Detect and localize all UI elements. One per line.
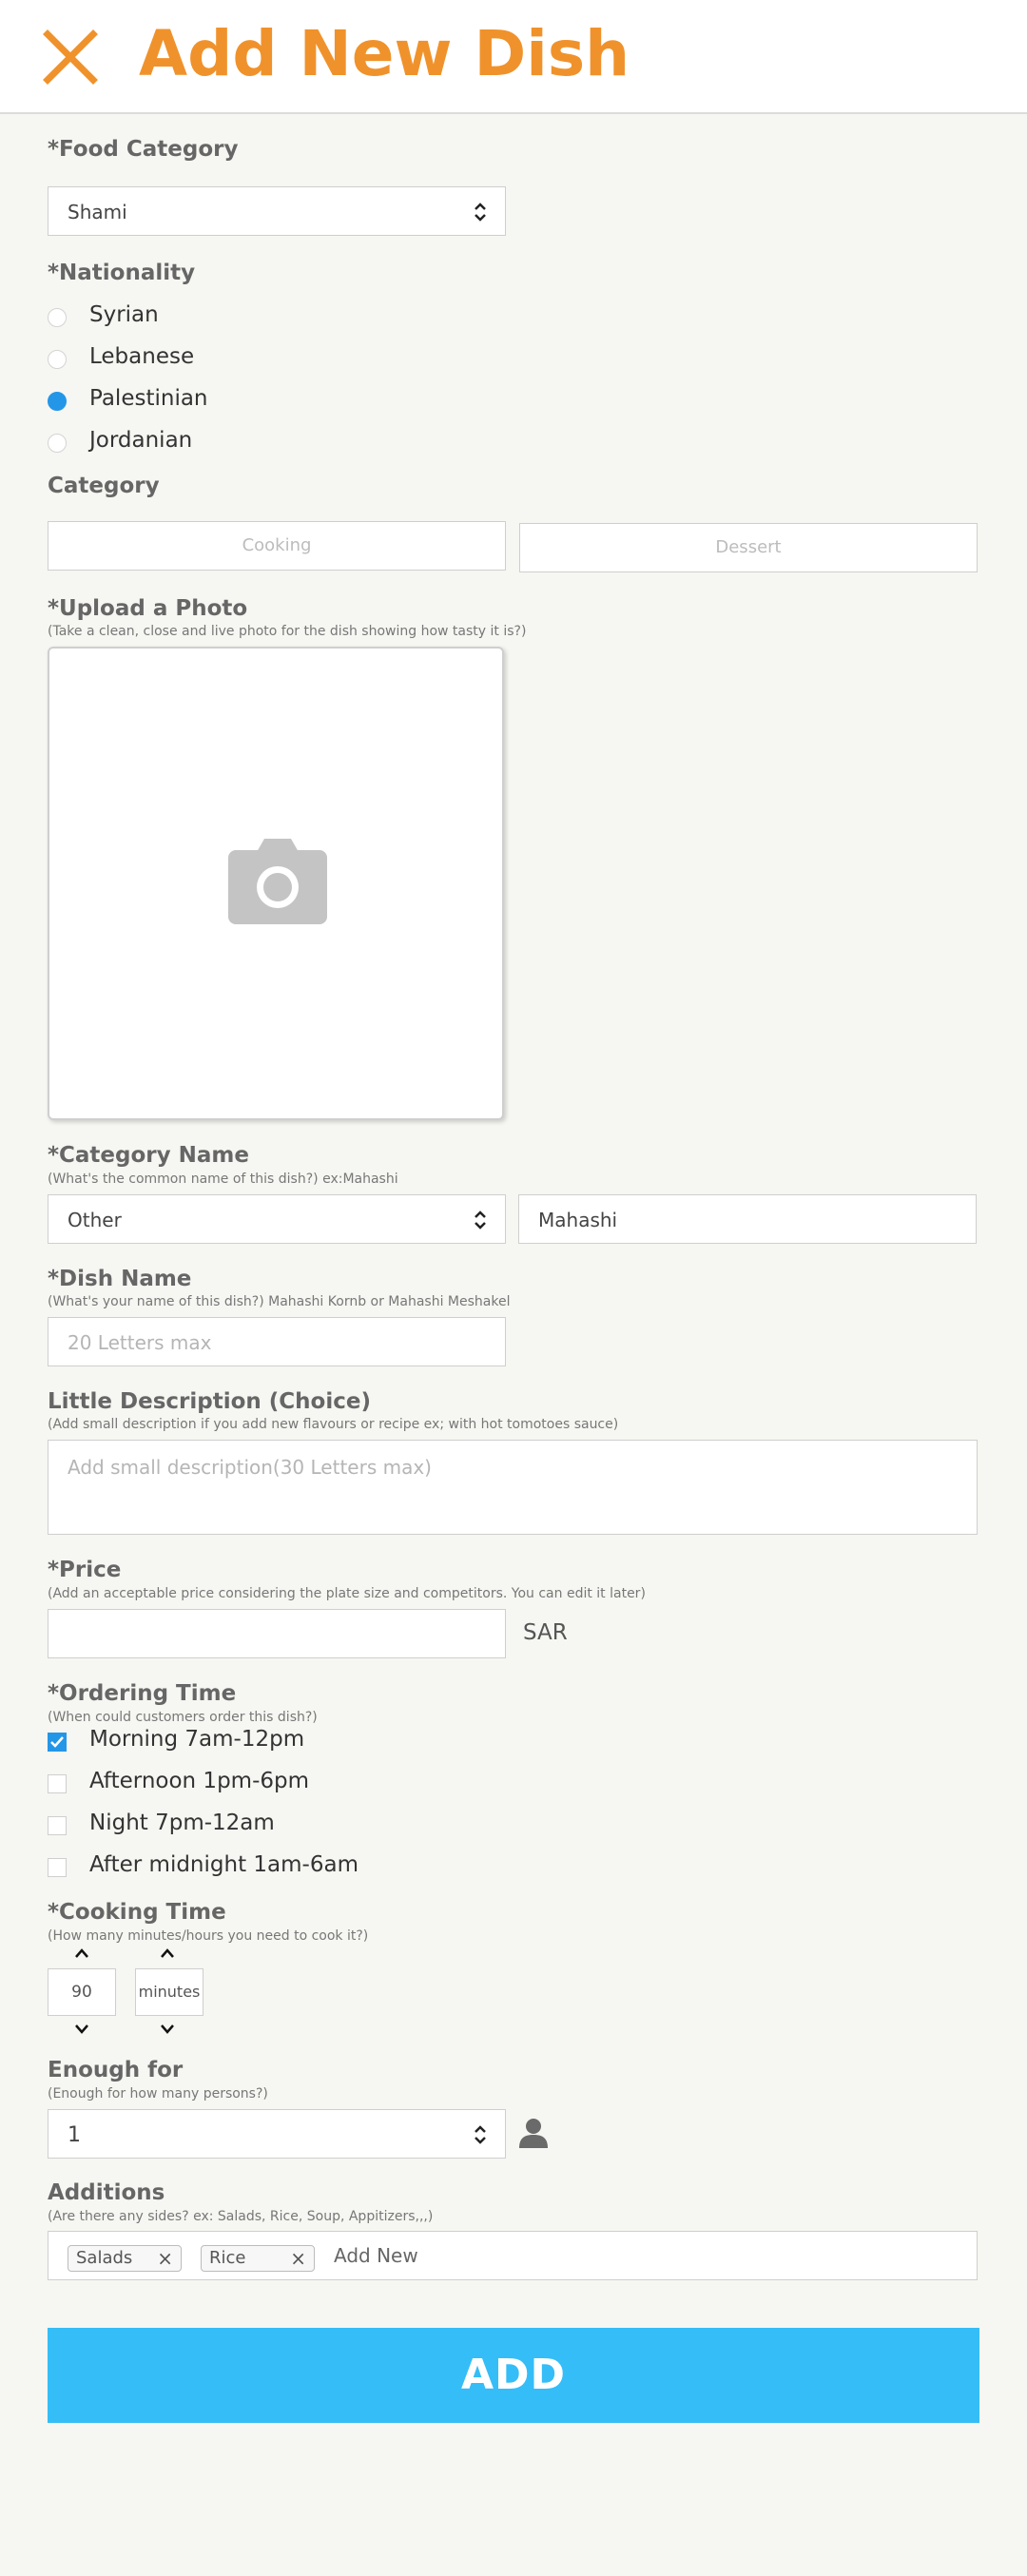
dish-name-input[interactable]: 20 Letters max: [48, 1317, 506, 1366]
radio-syrian[interactable]: [48, 308, 67, 327]
description-placeholder: Add small description(30 Letters max): [68, 1456, 432, 1479]
cooking-time-value[interactable]: 90: [48, 1968, 116, 2016]
additions-tag-input[interactable]: Salads × Rice × Add New: [48, 2231, 978, 2280]
category-label: Category: [48, 474, 160, 498]
nationality-label: *Nationality: [48, 261, 196, 285]
radio-label-syrian: Syrian: [89, 302, 159, 327]
checkbox-label-afternoon: Afternoon 1pm-6pm: [89, 1769, 310, 1793]
food-category-select[interactable]: Shami: [48, 186, 506, 236]
enough-for-select[interactable]: 1: [48, 2109, 506, 2159]
category-name-select-value: Other: [68, 1209, 122, 1231]
additions-label: Additions: [48, 2180, 165, 2205]
remove-tag-icon[interactable]: ×: [157, 2246, 173, 2271]
radio-jordanian[interactable]: [48, 434, 67, 453]
checkbox-after-midnight[interactable]: [48, 1858, 67, 1877]
cooking-time-hint: (How many minutes/hours you need to cook…: [48, 1928, 369, 1944]
add-button[interactable]: ADD: [48, 2328, 979, 2423]
chevron-up-icon[interactable]: [158, 1947, 177, 1959]
checkbox-morning[interactable]: [48, 1733, 67, 1752]
add-new-tag[interactable]: Add New: [334, 2244, 418, 2267]
person-icon: [519, 2119, 548, 2148]
price-hint: (Add an acceptable price considering the…: [48, 1586, 646, 1601]
upload-photo-label: *Upload a Photo: [48, 596, 248, 621]
ordering-time-label: *Ordering Time: [48, 1681, 237, 1706]
cooking-time-unit[interactable]: minutes: [135, 1968, 203, 2016]
top-bar: Add New Dish: [0, 0, 1027, 114]
radio-palestinian[interactable]: [48, 392, 67, 411]
category-cooking-button[interactable]: Cooking: [48, 521, 506, 571]
description-textarea[interactable]: Add small description(30 Letters max): [48, 1440, 978, 1535]
tag-rice: Rice ×: [201, 2245, 315, 2272]
dish-name-placeholder: 20 Letters max: [68, 1331, 212, 1354]
category-name-input-value: Mahashi: [538, 1209, 618, 1231]
price-label: *Price: [48, 1558, 122, 1582]
enough-for-value: 1: [68, 2123, 81, 2147]
cooking-time-label: *Cooking Time: [48, 1900, 226, 1925]
currency-label: SAR: [523, 1620, 568, 1645]
dish-name-hint: (What's your name of this dish?) Mahashi…: [48, 1294, 511, 1309]
radio-label-lebanese: Lebanese: [89, 344, 195, 369]
food-category-value: Shami: [68, 201, 127, 223]
select-arrows-icon: [475, 2125, 486, 2144]
chevron-up-icon[interactable]: [72, 1947, 91, 1959]
ordering-time-hint: (When could customers order this dish?): [48, 1710, 318, 1725]
checkbox-afternoon[interactable]: [48, 1774, 67, 1793]
photo-upload-area[interactable]: [48, 647, 504, 1120]
description-hint: (Add small description if you add new fl…: [48, 1417, 619, 1432]
enough-for-hint: (Enough for how many persons?): [48, 2086, 268, 2101]
checkmark-icon: [50, 1736, 64, 1748]
radio-label-palestinian: Palestinian: [89, 386, 208, 411]
category-name-hint: (What's the common name of this dish?) e…: [48, 1172, 398, 1187]
radio-label-jordanian: Jordanian: [89, 428, 193, 453]
tag-label: Salads: [76, 2248, 133, 2268]
checkbox-night[interactable]: [48, 1816, 67, 1835]
description-label: Little Description (Choice): [48, 1389, 371, 1414]
category-dessert-button[interactable]: Dessert: [519, 523, 978, 572]
close-icon[interactable]: [42, 27, 101, 86]
upload-photo-hint: (Take a clean, close and live photo for …: [48, 624, 527, 639]
camera-icon: [228, 839, 327, 924]
page-title: Add New Dish: [139, 17, 630, 90]
checkbox-label-after-midnight: After midnight 1am-6am: [89, 1852, 358, 1877]
select-arrows-icon: [475, 203, 486, 222]
category-name-select[interactable]: Other: [48, 1194, 506, 1244]
tag-label: Rice: [209, 2248, 246, 2268]
price-input[interactable]: [48, 1609, 506, 1658]
chevron-down-icon[interactable]: [72, 2024, 91, 2035]
tag-salads: Salads ×: [68, 2245, 182, 2272]
category-name-input[interactable]: Mahashi: [518, 1194, 977, 1244]
chevron-down-icon[interactable]: [158, 2024, 177, 2035]
checkbox-label-morning: Morning 7am-12pm: [89, 1727, 305, 1752]
food-category-label: *Food Category: [48, 137, 239, 162]
radio-lebanese[interactable]: [48, 350, 67, 369]
category-name-label: *Category Name: [48, 1143, 249, 1168]
enough-for-label: Enough for: [48, 2058, 184, 2082]
remove-tag-icon[interactable]: ×: [290, 2246, 306, 2271]
checkbox-label-night: Night 7pm-12am: [89, 1811, 275, 1835]
additions-hint: (Are there any sides? ex: Salads, Rice, …: [48, 2209, 434, 2224]
dish-name-label: *Dish Name: [48, 1267, 192, 1291]
select-arrows-icon: [475, 1211, 486, 1230]
